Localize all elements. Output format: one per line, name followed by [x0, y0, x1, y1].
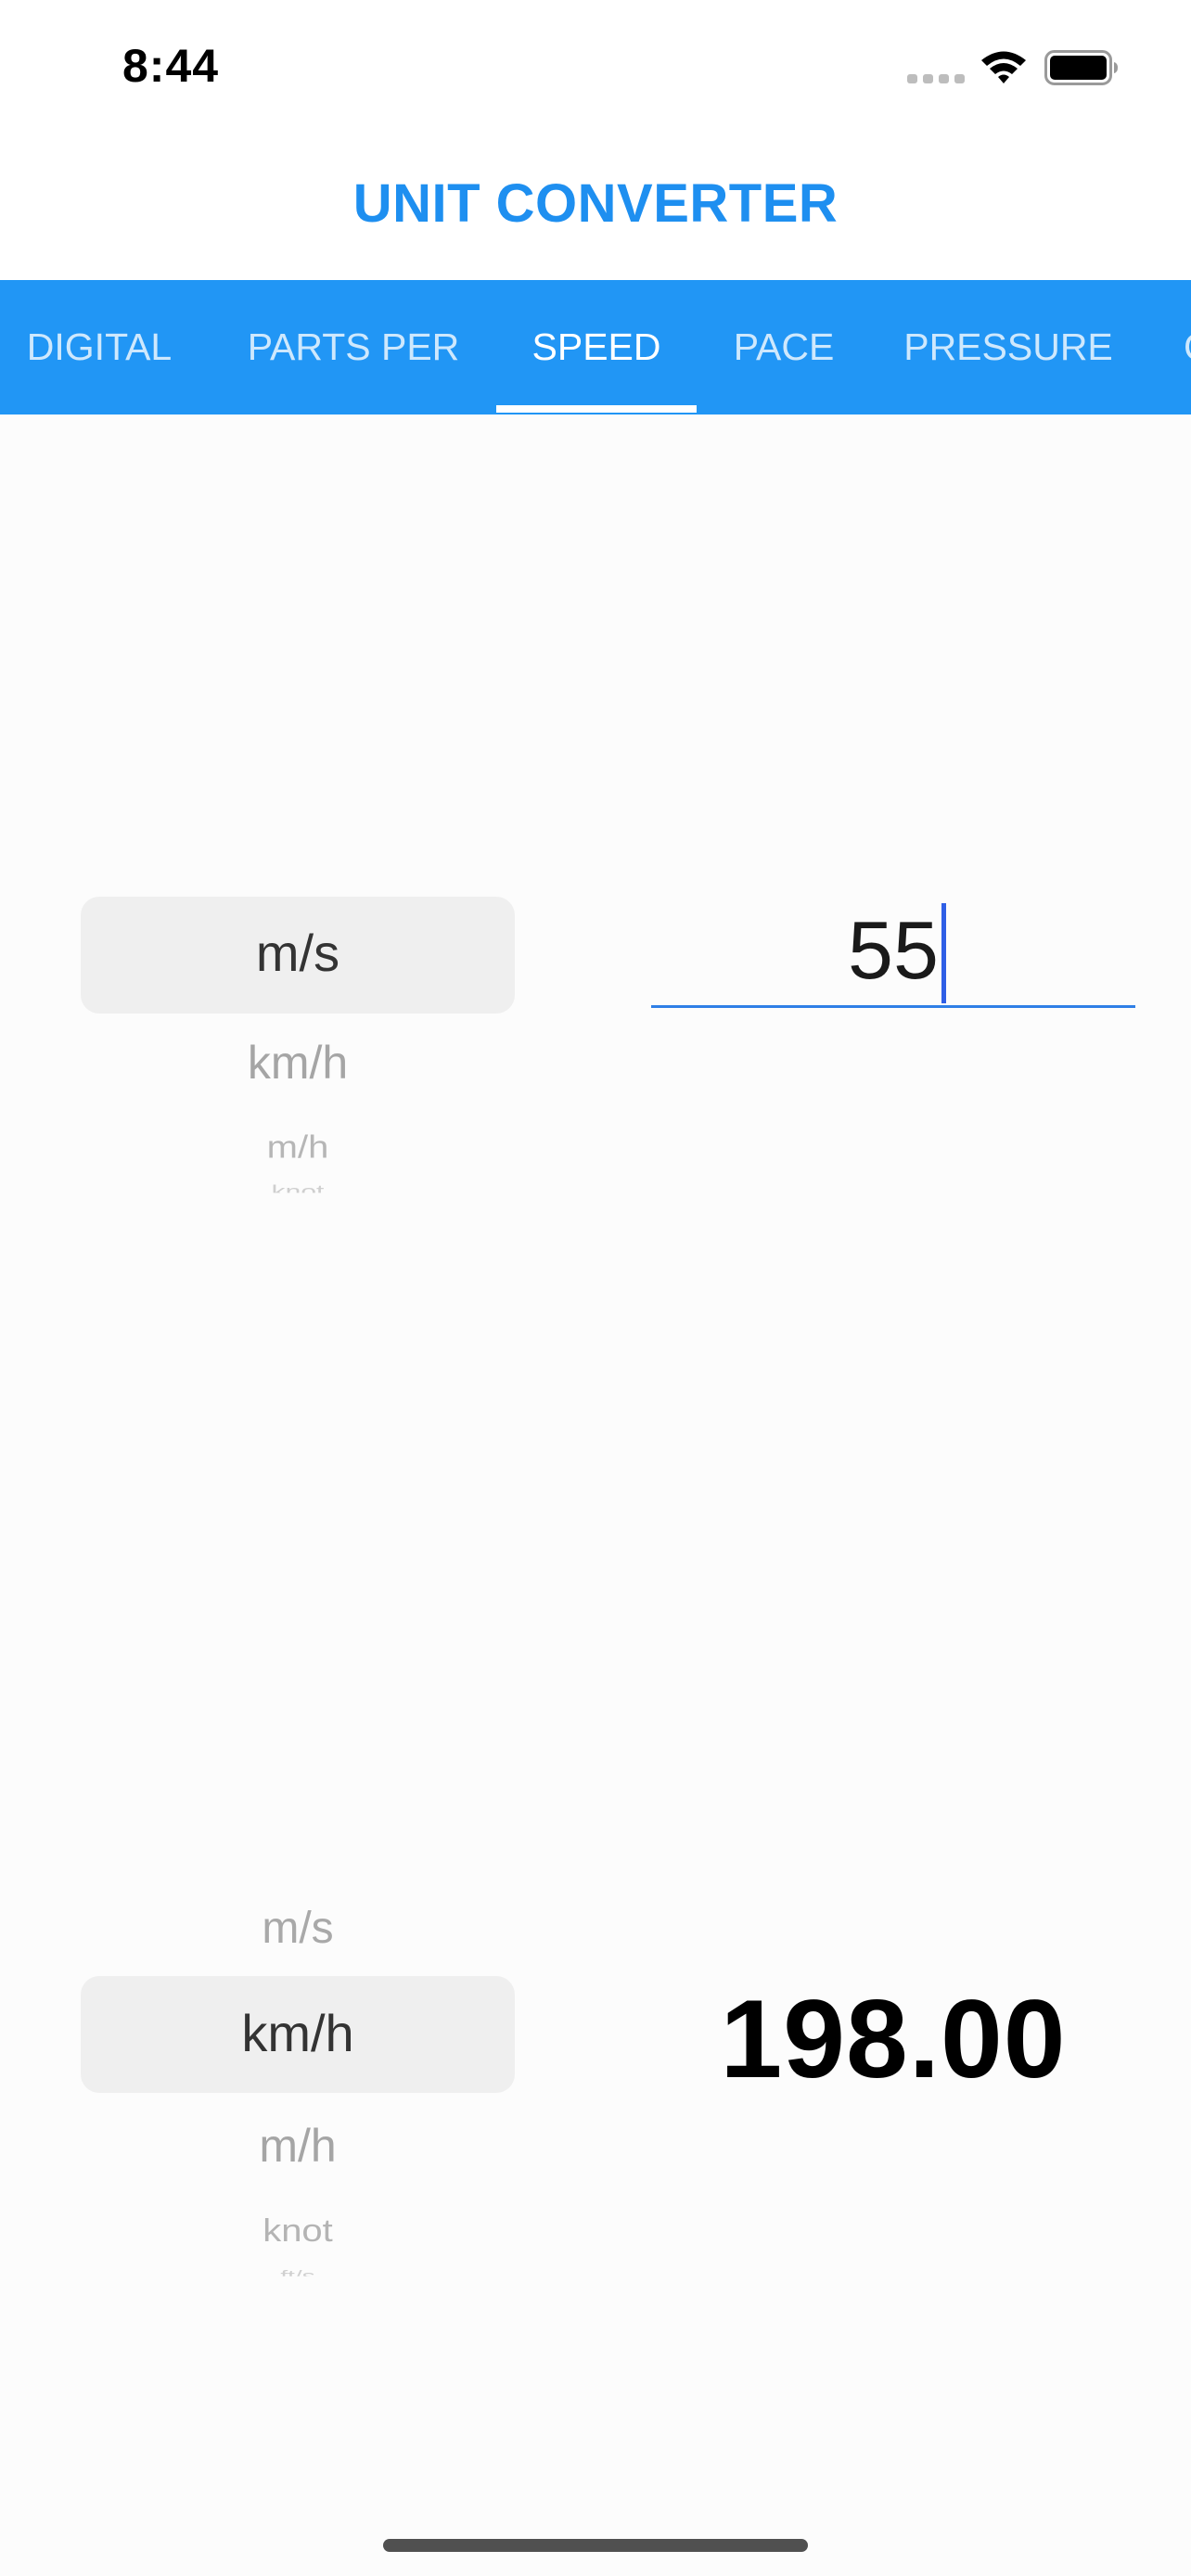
home-indicator[interactable]	[383, 2539, 808, 2552]
tab-pace[interactable]: PACE	[714, 280, 853, 414]
cellular-icon	[907, 74, 965, 83]
active-tab-indicator	[496, 405, 697, 413]
app-title: UNIT CONVERTER	[352, 173, 839, 234]
tab-digital[interactable]: DIGITAL	[0, 280, 198, 414]
to-unit-option[interactable]: knot	[81, 2213, 515, 2245]
text-caret	[941, 903, 946, 1003]
from-unit-option[interactable]: knot	[81, 1183, 515, 1193]
tab-parts-per[interactable]: PARTS PER	[236, 280, 471, 414]
to-unit-selected[interactable]: km/h	[81, 2003, 515, 2063]
tab-next-partial[interactable]: C	[1184, 280, 1191, 414]
battery-icon	[1044, 50, 1118, 85]
from-unit-option[interactable]: m/h	[81, 1130, 515, 1160]
screen: 8:44 UNIT CONVERTER DIGITAL PARTS PER SP…	[0, 0, 1191, 2576]
from-unit-selected[interactable]: m/s	[81, 923, 515, 983]
from-unit-option[interactable]: km/h	[81, 1036, 515, 1090]
to-unit-option[interactable]: m/h	[81, 2119, 515, 2173]
result-value: 198.00	[720, 1977, 1067, 2101]
value-input[interactable]	[651, 896, 1135, 1008]
category-tab-bar: DIGITAL PARTS PER SPEED PACE PRESSURE C	[0, 280, 1191, 414]
status-time: 8:44	[122, 40, 220, 92]
tab-speed[interactable]: SPEED	[496, 280, 697, 414]
status-bar: 8:44	[0, 0, 1191, 121]
to-unit-option[interactable]: ft/s	[81, 2267, 515, 2276]
to-unit-option[interactable]: m/s	[81, 1903, 515, 1954]
tab-pressure[interactable]: PRESSURE	[890, 280, 1126, 414]
wifi-icon	[981, 51, 1026, 83]
